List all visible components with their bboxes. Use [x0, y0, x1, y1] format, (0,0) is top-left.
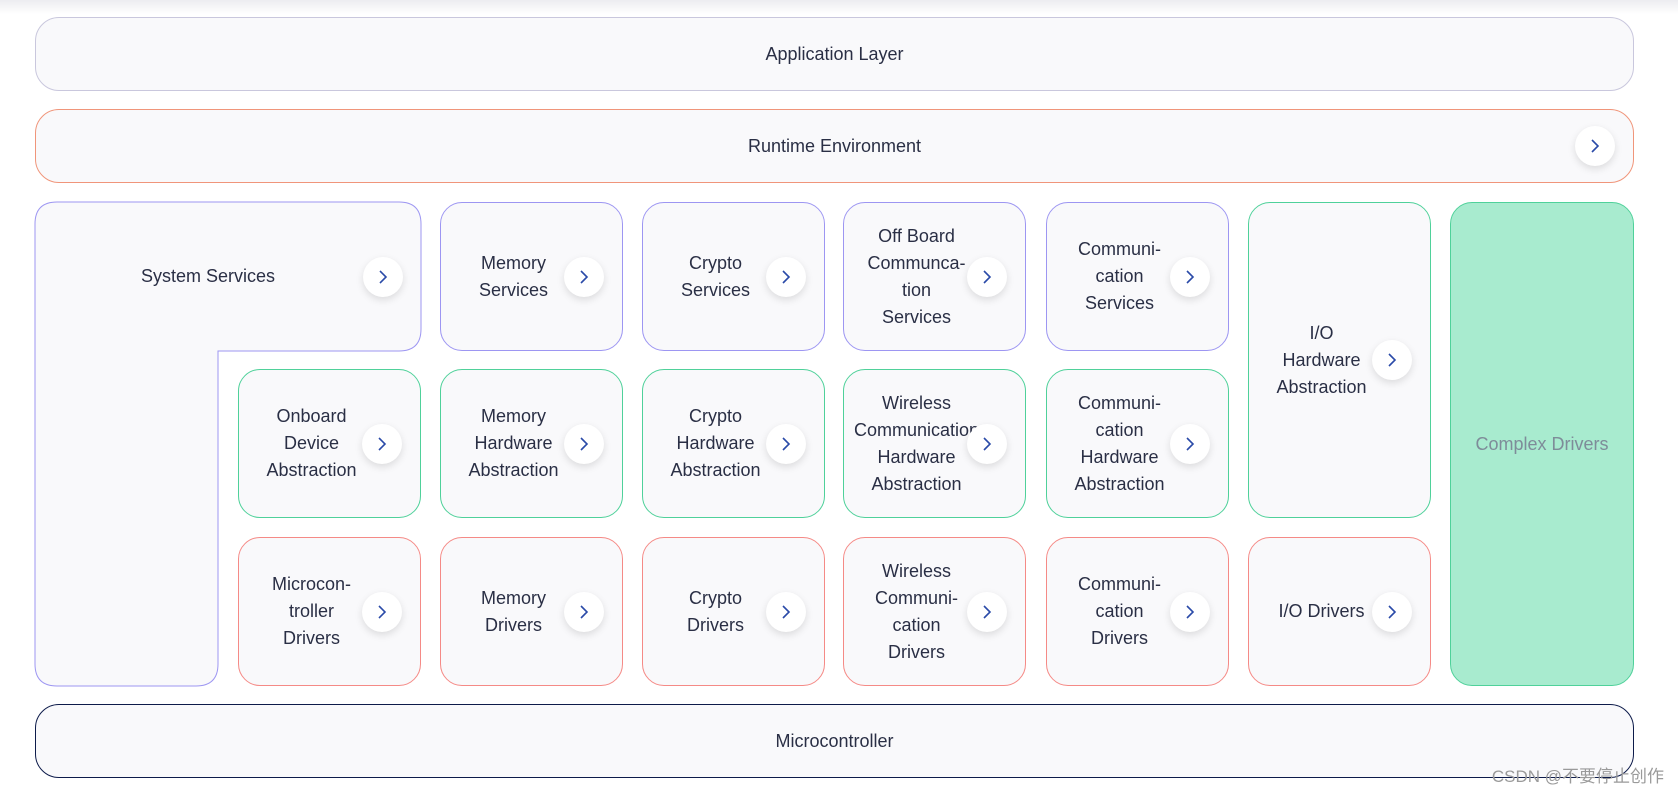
chevron-right-icon: [580, 436, 589, 451]
cell-driver: Communi- cation Drivers: [1046, 537, 1229, 686]
cell-abstraction: Wireless Communication Hardware Abstract…: [843, 369, 1026, 518]
expand-button[interactable]: [362, 423, 402, 464]
chevron-right-icon: [1186, 269, 1195, 284]
cell-abstraction: Communi- cation Hardware Abstraction: [1046, 369, 1229, 518]
expand-button[interactable]: [967, 256, 1007, 297]
complex-drivers[interactable]: Complex Drivers: [1450, 202, 1634, 686]
cell-driver: Memory Drivers: [440, 537, 623, 686]
cell-abstraction: I/O Hardware Abstraction: [1248, 202, 1431, 518]
expand-button[interactable]: [564, 423, 604, 464]
chevron-right-icon: [379, 269, 388, 284]
expand-button[interactable]: [766, 423, 806, 464]
system-services-label: System Services: [140, 266, 276, 286]
expand-button[interactable]: [564, 591, 604, 632]
cell-service: Communi- cation Services: [1046, 202, 1229, 351]
chevron-right-icon: [378, 604, 387, 619]
chevron-right-icon: [782, 436, 791, 451]
chevron-right-icon: [378, 436, 387, 451]
cell-driver: Crypto Drivers: [642, 537, 825, 686]
chevron-right-icon: [580, 269, 589, 284]
complex-drivers-label: Complex Drivers: [1475, 433, 1609, 454]
cell-service: Crypto Services: [642, 202, 825, 351]
cell-abstraction: Onboard Device Abstraction: [238, 369, 421, 518]
chevron-right-icon: [1186, 436, 1195, 451]
expand-button[interactable]: [564, 256, 604, 297]
microcontroller: Microcontroller: [35, 704, 1634, 778]
chevron-right-icon: [983, 269, 992, 284]
chevron-right-icon: [1388, 353, 1397, 367]
expand-button[interactable]: [766, 591, 806, 632]
watermark: CSDN @不要停止创作: [1491, 767, 1664, 786]
expand-button[interactable]: [362, 591, 402, 632]
expand-button[interactable]: [1170, 256, 1210, 297]
chevron-right-icon: [782, 604, 791, 619]
cell-driver: Wireless Communi- cation Drivers: [843, 537, 1026, 686]
expand-button[interactable]: [1170, 591, 1210, 632]
expand-button[interactable]: [766, 256, 806, 297]
expand-button[interactable]: [967, 423, 1007, 464]
system-services-expand-button[interactable]: [363, 256, 403, 297]
cell-service: Memory Services: [440, 202, 623, 351]
cell-abstraction: Memory Hardware Abstraction: [440, 369, 623, 518]
chevron-right-icon: [983, 436, 992, 451]
expand-button[interactable]: [1170, 423, 1210, 464]
chevron-right-icon: [983, 604, 992, 619]
chevron-right-icon: [580, 604, 589, 619]
chevron-right-icon: [782, 269, 791, 284]
expand-button[interactable]: [1372, 591, 1412, 632]
chevron-right-icon: [1186, 604, 1195, 619]
cell-service: Off Board Communca- tion Services: [843, 202, 1026, 351]
chevron-right-icon: [1388, 604, 1397, 619]
expand-button[interactable]: [1372, 340, 1412, 380]
cell-driver: Microcon- troller Drivers: [238, 537, 421, 686]
cell-driver: I/O Drivers: [1248, 537, 1431, 686]
expand-button[interactable]: [967, 591, 1007, 632]
cell-abstraction: Crypto Hardware Abstraction: [642, 369, 825, 518]
system-services: System Services: [35, 202, 421, 351]
microcontroller-label: Microcontroller: [775, 730, 894, 751]
